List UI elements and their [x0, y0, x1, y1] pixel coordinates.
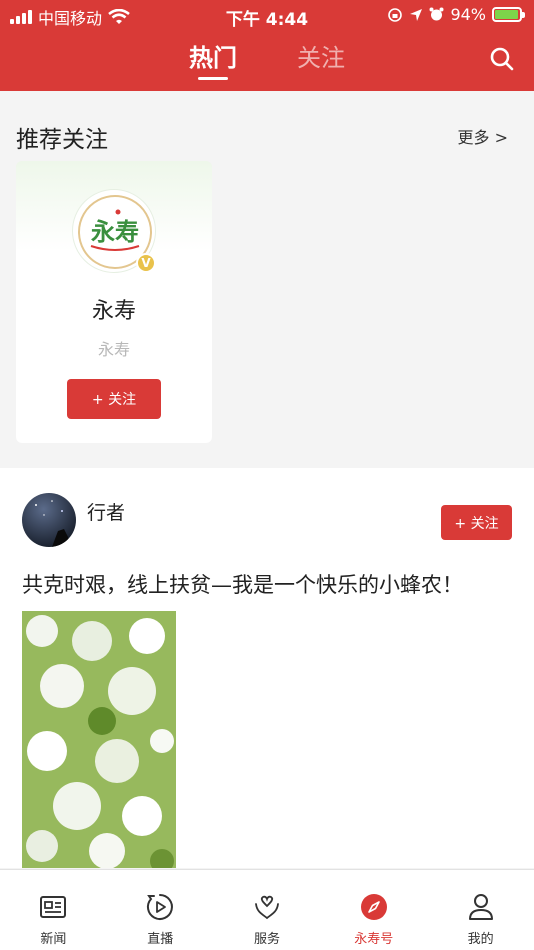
news-icon [40, 896, 67, 918]
battery-percent: 94% [450, 5, 486, 24]
battery-icon [492, 7, 525, 22]
service-icon [255, 895, 279, 920]
post-title[interactable]: 共克时艰，线上扶贫—我是一个快乐的小蜂农！ [22, 569, 463, 599]
bottom-nav: 新闻 直播 服务 永寿号 我的 [0, 869, 534, 950]
svg-text:永寿: 永寿 [91, 217, 139, 246]
author-name[interactable]: 行者 [87, 498, 125, 525]
location-icon [410, 8, 423, 21]
post-card[interactable]: 行者 + 关注 共克时艰，线上扶贫—我是一个快乐的小蜂农！ [0, 468, 534, 868]
account-subtitle: 永寿 [97, 340, 130, 359]
tab-hot[interactable]: 热门 [189, 38, 237, 80]
status-bar: 中国移动 下午 4:44 94% [0, 0, 534, 30]
more-link[interactable]: 更多 > [458, 124, 509, 148]
feed-tabs: 热门 关注 [0, 38, 534, 80]
compass-icon [360, 894, 387, 920]
post-image[interactable] [22, 611, 176, 868]
nav-service[interactable]: 服务 [214, 870, 321, 950]
battery-fill [495, 10, 518, 19]
nav-news[interactable]: 新闻 [0, 870, 107, 950]
top-header: 中国移动 下午 4:44 94% 热门 关注 [0, 0, 534, 91]
avatar[interactable] [22, 493, 76, 547]
user-icon [468, 894, 493, 920]
recommend-title: 推荐关注 [16, 127, 108, 153]
play-icon [147, 894, 174, 920]
follow-button[interactable]: + 关注 [67, 379, 161, 419]
tab-following[interactable]: 关注 [297, 38, 345, 80]
nav-live-label: 直播 [147, 932, 174, 947]
nav-service-label: 服务 [253, 932, 280, 947]
nav-news-label: 新闻 [40, 932, 67, 947]
nav-mine-label: 我的 [467, 932, 494, 947]
search-icon[interactable] [488, 45, 516, 73]
verified-badge: V [136, 253, 156, 273]
account-name: 永寿 [91, 299, 136, 324]
alarm-icon [429, 7, 444, 21]
follow-author-button[interactable]: + 关注 [441, 505, 512, 540]
nav-live[interactable]: 直播 [107, 870, 214, 950]
lock-rotation-icon [388, 7, 403, 22]
nav-yongshou[interactable]: 永寿号 [320, 870, 427, 950]
recommend-card[interactable]: 永寿 V 永寿 永寿 + 关注 [16, 161, 212, 443]
recommend-section: 推荐关注 更多 > 永寿 V 永寿 永寿 + 关注 [0, 91, 534, 468]
nav-yongshou-label: 永寿号 [354, 932, 394, 947]
nav-mine[interactable]: 我的 [427, 870, 534, 950]
